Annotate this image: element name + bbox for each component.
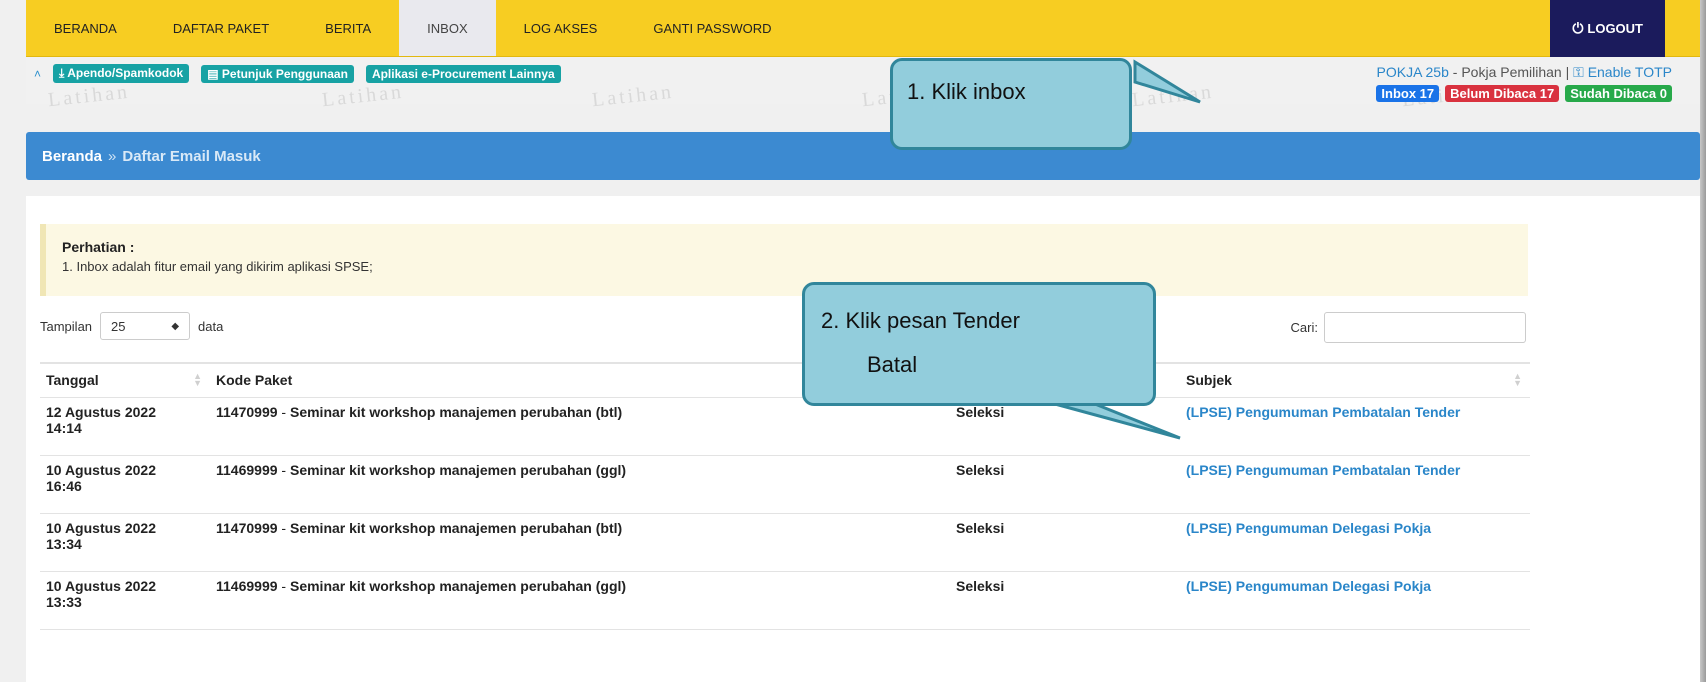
- frame-shadow: [1700, 0, 1706, 682]
- callout-one-text: 1. Klik inbox: [907, 79, 1026, 104]
- callout-one-tail: [1133, 59, 1201, 104]
- screen-frame: BERANDA DAFTAR PAKET BERITA INBOX LOG AK…: [0, 0, 1706, 682]
- callout-two-tail: [1054, 402, 1181, 440]
- callout-step-two: 2. Klik pesan Tender Batal: [802, 282, 1156, 406]
- callout-two-line2: Batal: [867, 352, 918, 377]
- callout-two-line1: 2. Klik pesan Tender: [821, 308, 1020, 333]
- callout-step-one: 1. Klik inbox: [890, 58, 1132, 150]
